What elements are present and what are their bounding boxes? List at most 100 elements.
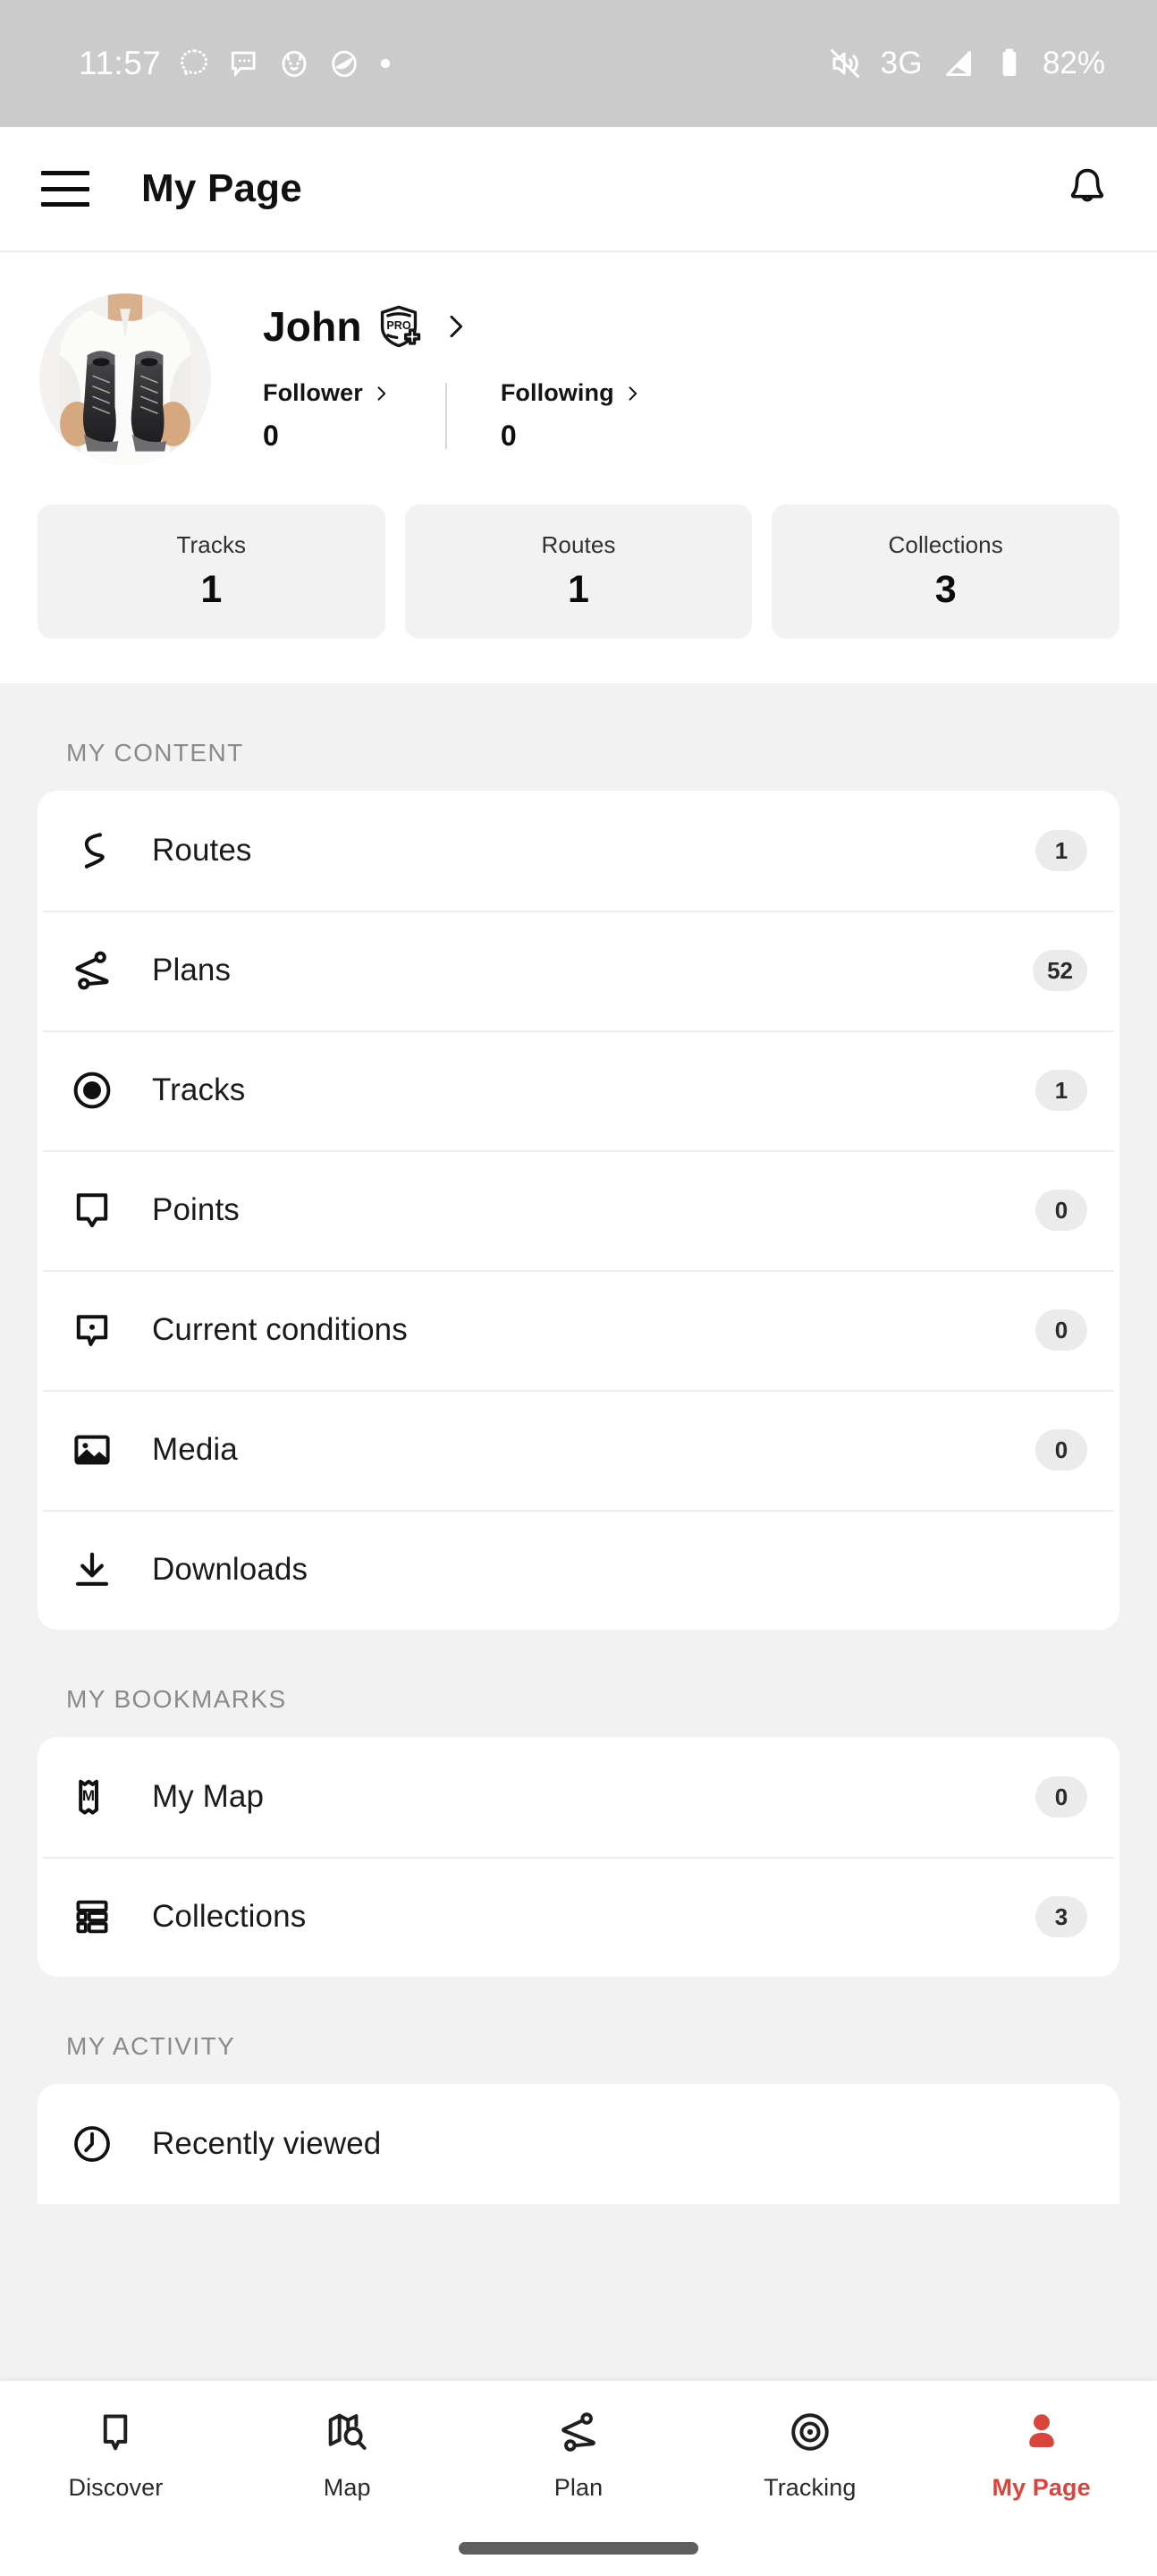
nav-item-my-page[interactable]: My Page	[925, 2404, 1157, 2502]
nav-label: Map	[323, 2474, 371, 2501]
nav-item-map[interactable]: Map	[232, 2404, 463, 2502]
list-item-label: Plans	[152, 953, 232, 987]
download-icon	[64, 1548, 120, 1591]
mute-icon	[830, 49, 859, 78]
list-item-badge: 1	[1035, 1070, 1087, 1111]
nav-item-discover[interactable]: Discover	[0, 2404, 232, 2502]
profile-row: John PRO Follower 0 Following 0	[0, 293, 1157, 465]
list-item-recently-viewed[interactable]: Recently viewed	[38, 2084, 1119, 2204]
notification-button[interactable]	[1064, 165, 1111, 212]
nav-item-tracking[interactable]: Tracking	[694, 2404, 925, 2502]
list-item-routes[interactable]: Routes 1	[38, 791, 1119, 911]
page-title: My Page	[141, 166, 302, 210]
stats-cards-row: Tracks 1 Routes 1 Collections 3	[0, 465, 1157, 683]
list-item-label: Routes	[152, 833, 252, 868]
profile-section: John PRO Follower 0 Following 0 Tracks 1…	[0, 252, 1157, 683]
nav-label: Tracking	[764, 2474, 857, 2501]
my-activity-section: MY ACTIVITY Recently viewed	[0, 1977, 1157, 2204]
stat-value: 1	[568, 568, 589, 611]
bottom-navigation-bar: Discover Map Plan Tracking My Page	[0, 2381, 1157, 2576]
list-item-downloads[interactable]: Downloads	[38, 1510, 1119, 1630]
profile-chevron-right-icon	[441, 312, 469, 341]
home-indicator	[459, 2542, 698, 2555]
list-item-current-conditions[interactable]: Current conditions 0	[38, 1270, 1119, 1390]
list-item-badge: 0	[1035, 1429, 1087, 1470]
image-icon	[64, 1428, 120, 1471]
following-count: 0	[500, 419, 517, 452]
my-bookmarks-card: M My Map 0 Collections 3	[38, 1737, 1119, 1977]
svg-text:PRO: PRO	[386, 319, 410, 332]
list-item-label: Points	[152, 1192, 240, 1227]
list-item-label: My Map	[152, 1779, 265, 1814]
list-item-my-map[interactable]: M My Map 0	[38, 1737, 1119, 1857]
list-item-media[interactable]: Media 0	[38, 1390, 1119, 1510]
my-content-card: Routes 1 Plans 52 Tracks 1 Points 0 Curr…	[38, 791, 1119, 1630]
chat-bubble-icon	[232, 51, 256, 78]
list-item-points[interactable]: Points 0	[38, 1150, 1119, 1270]
battery-icon	[1002, 48, 1017, 76]
stat-card-routes[interactable]: Routes 1	[404, 504, 753, 639]
list-item-label: Recently viewed	[152, 2126, 382, 2161]
profile-info: John PRO Follower 0 Following 0	[263, 293, 1118, 453]
dot-icon	[381, 58, 391, 69]
hamburger-menu-icon[interactable]	[41, 171, 89, 207]
egg-app-icon	[332, 50, 358, 78]
my-bookmarks-title: MY BOOKMARKS	[66, 1685, 287, 1713]
following-chevron-right-icon	[629, 386, 637, 401]
my-activity-card: Recently viewed	[38, 2084, 1119, 2204]
follow-stats-row: Follower 0 Following 0	[263, 379, 1118, 453]
stat-label: Routes	[541, 531, 616, 558]
my-content-section: MY CONTENT Routes 1 Plans 52 Tracks 1 Po…	[0, 683, 1157, 1630]
nav-label: My Page	[992, 2474, 1091, 2501]
avatar[interactable]	[39, 293, 211, 465]
my-bookmarks-section: MY BOOKMARKS M My Map 0 Collections 3	[0, 1630, 1157, 1977]
stat-value: 1	[200, 568, 223, 611]
nav-item-plan[interactable]: Plan	[463, 2404, 695, 2502]
list-item-label: Media	[152, 1432, 238, 1467]
list-item-badge: 3	[1035, 1896, 1087, 1937]
follower-chevron-right-icon	[377, 386, 385, 401]
status-bar-left: 11:57	[79, 45, 393, 82]
route-squiggle-icon	[64, 829, 120, 872]
plan-node-route-icon	[556, 2404, 601, 2460]
svg-text:M: M	[82, 1787, 95, 1804]
follower-count: 0	[263, 419, 279, 452]
condition-bubble-dot-icon	[64, 1309, 120, 1352]
my-content-title: MY CONTENT	[66, 739, 244, 767]
list-item-label: Downloads	[152, 1552, 308, 1587]
cat-app-icon	[282, 50, 307, 78]
my-activity-title: MY ACTIVITY	[66, 2032, 236, 2060]
following-label: Following	[500, 379, 614, 406]
discover-bubble-icon	[93, 2404, 138, 2460]
status-bar: 11:57 3G 82%	[0, 0, 1157, 127]
network-type: 3G	[880, 46, 923, 80]
bell-icon	[1070, 168, 1104, 202]
hiking-boots-avatar-image	[39, 293, 211, 465]
stat-card-collections[interactable]: Collections 3	[772, 504, 1120, 639]
nav-label: Discover	[68, 2474, 164, 2501]
collections-stack-icon	[64, 1895, 120, 1938]
list-item-collections[interactable]: Collections 3	[38, 1857, 1119, 1977]
stat-label: Tracks	[176, 531, 247, 558]
signal-strength-icon	[945, 51, 971, 76]
app-bar: My Page	[0, 127, 1157, 252]
plan-node-route-icon	[64, 949, 120, 992]
follower-stat[interactable]: Follower 0	[263, 379, 445, 453]
list-item-badge: 0	[1035, 1190, 1087, 1231]
list-item-plans[interactable]: Plans 52	[38, 911, 1119, 1030]
list-item-tracks[interactable]: Tracks 1	[38, 1030, 1119, 1150]
user-name: John	[263, 303, 362, 350]
battery-percentage: 82%	[1042, 46, 1105, 80]
following-stat[interactable]: Following 0	[447, 379, 641, 453]
clock-icon	[64, 2123, 120, 2165]
status-bar-right: 3G 82%	[827, 46, 1105, 81]
following-label-row: Following	[501, 379, 641, 407]
map-search-icon	[325, 2404, 369, 2460]
list-item-label: Collections	[152, 1899, 307, 1934]
signal-messenger-icon	[181, 49, 208, 77]
tracking-target-icon	[788, 2404, 832, 2460]
list-item-badge: 1	[1035, 830, 1087, 871]
nav-label: Plan	[553, 2474, 604, 2501]
profile-name-row[interactable]: John PRO	[263, 302, 1118, 351]
stat-card-tracks[interactable]: Tracks 1	[38, 504, 385, 639]
